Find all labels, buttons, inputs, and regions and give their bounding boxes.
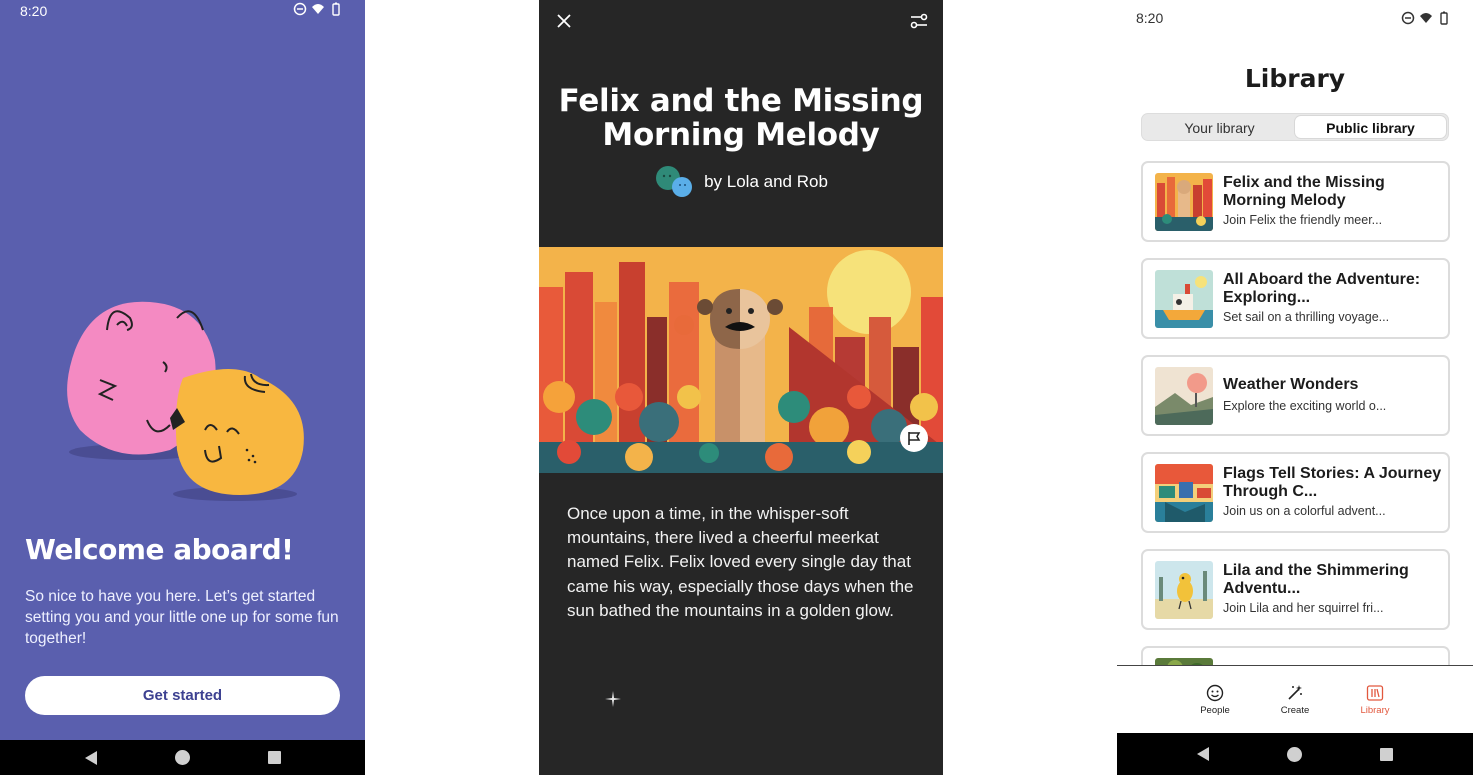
story-text: Once upon a time, in the whisper-soft mo… (567, 504, 914, 620)
back-icon[interactable] (84, 750, 97, 765)
tab-your-library[interactable]: Your library (1144, 116, 1295, 138)
library-segmented-control: Your library Public library (1141, 113, 1449, 141)
book-description: Join us on a colorful advent... (1223, 504, 1386, 518)
system-nav-bar (1117, 733, 1473, 775)
back-icon[interactable] (1197, 747, 1209, 761)
wifi-icon (1420, 13, 1432, 23)
recents-icon[interactable] (1380, 747, 1393, 761)
book-title: Flags Tell Stories: A Journey Through C.… (1223, 465, 1442, 500)
book-cover (1155, 173, 1213, 231)
magic-wand-icon (1288, 685, 1302, 700)
nav-item-library[interactable]: Library (1354, 684, 1396, 733)
nav-label: Create (1280, 705, 1310, 716)
book-card[interactable]: Flags Tell Stories: A Journey Through C.… (1141, 452, 1450, 533)
books-icon (1366, 685, 1384, 701)
home-icon[interactable] (1287, 746, 1302, 762)
welcome-title: Welcome aboard! (25, 533, 294, 566)
book-card[interactable]: Lila and the Shimmering Adventu... Join … (1141, 549, 1450, 630)
welcome-screen: 8:20 Welcome aboard! So nice to have you… (0, 0, 365, 775)
status-time: 8:20 (1136, 10, 1164, 26)
nav-label: People (1200, 705, 1230, 716)
nav-item-people[interactable]: People (1194, 684, 1236, 733)
book-cover (1155, 464, 1213, 522)
author-label: by Lola and Rob (704, 172, 828, 191)
smiley-icon (1206, 684, 1224, 702)
status-icons (1401, 11, 1451, 25)
book-description: Join Felix the friendly meer... (1223, 213, 1383, 227)
get-started-button[interactable]: Get started (25, 676, 340, 715)
nav-item-create[interactable]: Create (1274, 684, 1316, 733)
dnd-icon (293, 2, 307, 16)
book-card[interactable]: Weather Wonders Explore the exciting wor… (1141, 355, 1450, 436)
story-reader-screen: Felix and the Missing Morning Melody by … (539, 0, 943, 775)
book-title: All Aboard the Adventure: Exploring... (1223, 271, 1421, 306)
bottom-navigation: People Create Library (1117, 665, 1473, 733)
book-description: Set sail on a thrilling voyage... (1223, 310, 1390, 324)
welcome-subtitle: So nice to have you here. Let’s get star… (25, 588, 339, 647)
status-time: 8:20 (20, 3, 48, 19)
recents-icon[interactable] (267, 751, 281, 764)
status-bar: 8:20 (0, 0, 365, 24)
dnd-icon (1401, 11, 1415, 25)
close-icon[interactable] (555, 12, 573, 30)
author-row: by Lola and Rob (539, 165, 943, 199)
book-cover (1155, 270, 1213, 328)
book-title: Felix and the Missing Morning Melody (1223, 174, 1385, 209)
settings-sliders-icon[interactable] (909, 11, 929, 31)
book-description: Join Lila and her squirrel fri... (1223, 601, 1384, 615)
book-cover (1155, 367, 1213, 425)
book-title: Lila and the Shimmering Adventu... (1223, 562, 1409, 597)
story-illustration (539, 247, 943, 473)
friends-illustration (67, 301, 304, 501)
book-title: Weather Wonders (1223, 376, 1359, 393)
flag-icon (908, 432, 921, 445)
sparkle-icon (605, 691, 621, 707)
status-bar: 8:20 (1117, 0, 1473, 26)
home-icon[interactable] (174, 750, 190, 765)
author-avatars (656, 166, 693, 197)
page-title: Library (1244, 64, 1346, 93)
battery-icon (332, 2, 340, 16)
book-description: Explore the exciting world o... (1223, 399, 1387, 413)
library-screen: 8:20 Library Your library Public library… (1117, 0, 1473, 775)
book-list: Felix and the Missing Morning Melody Joi… (1141, 161, 1450, 716)
report-flag-button[interactable] (900, 424, 928, 452)
tab-public-library[interactable]: Public library (1295, 116, 1446, 138)
wifi-icon (312, 4, 324, 14)
system-nav-bar (0, 740, 365, 775)
battery-icon (1440, 11, 1448, 25)
book-cover (1155, 561, 1213, 619)
story-title: Felix and the Missing Morning Melody (558, 83, 924, 153)
book-card[interactable]: All Aboard the Adventure: Exploring... S… (1141, 258, 1450, 339)
status-icons (293, 2, 343, 16)
nav-label: Library (1360, 705, 1390, 716)
book-card[interactable]: Felix and the Missing Morning Melody Joi… (1141, 161, 1450, 242)
